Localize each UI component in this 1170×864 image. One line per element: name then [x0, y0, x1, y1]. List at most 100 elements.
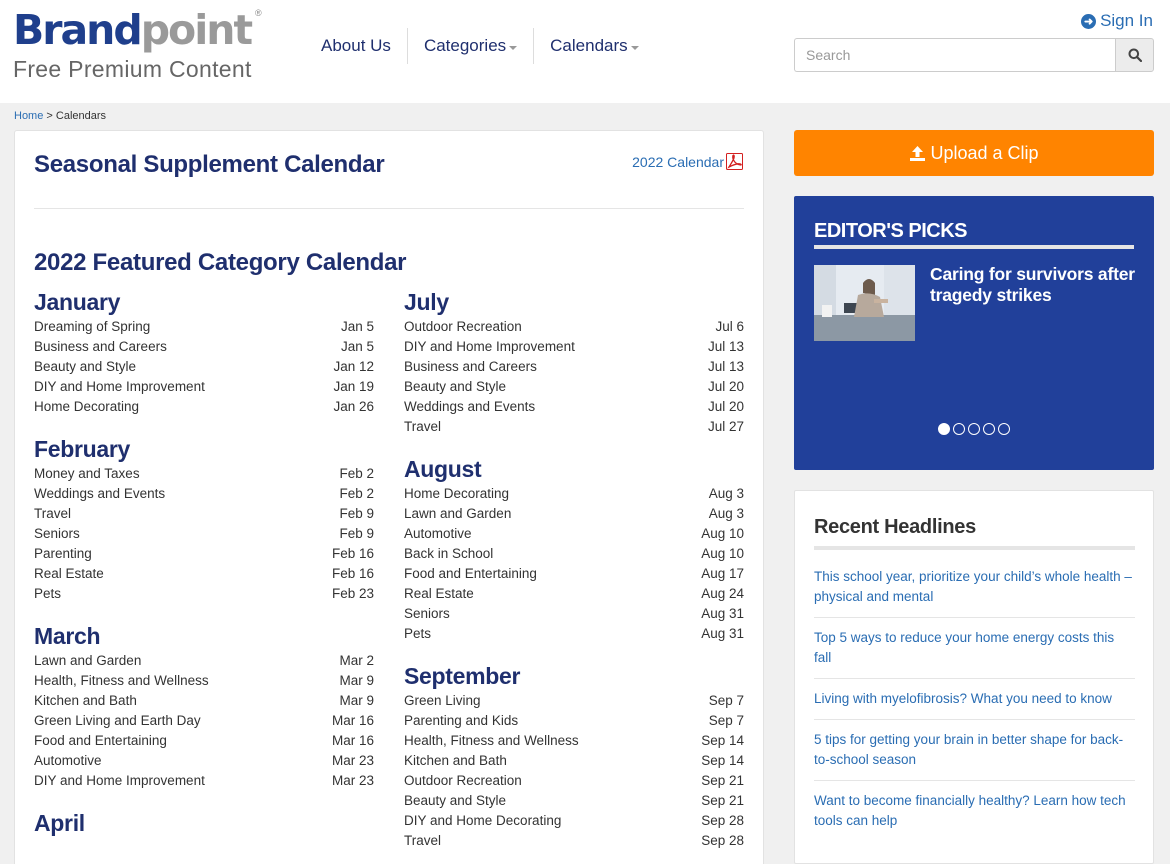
carousel-dot[interactable] — [998, 423, 1010, 435]
carousel-dot[interactable] — [968, 423, 980, 435]
search-button[interactable] — [1115, 38, 1154, 72]
carousel-dot[interactable] — [938, 423, 950, 435]
category-date: Sep 14 — [701, 733, 744, 748]
search-input[interactable] — [794, 38, 1115, 72]
title-divider — [34, 208, 744, 209]
editors-pick-image[interactable] — [814, 265, 915, 341]
page-title: Seasonal Supplement Calendar — [34, 151, 385, 178]
nav-about-us-label: About Us — [321, 36, 391, 55]
calendar-row: Automotive Mar 23 — [34, 751, 374, 771]
category-date: Aug 10 — [701, 526, 744, 541]
category-date: Mar 23 — [331, 773, 374, 788]
category-date: Sep 21 — [701, 793, 744, 808]
nav-calendars[interactable]: Calendars — [534, 28, 655, 64]
category-label: Business and Careers — [34, 339, 167, 354]
category-label: Seniors — [34, 526, 80, 541]
calendar-row: Real Estate Feb 16 — [34, 564, 374, 584]
category-date: Jul 20 — [707, 379, 744, 394]
calendar-row: Parenting and Kids Sep 7 — [404, 711, 744, 731]
category-date: Jul 13 — [707, 359, 744, 374]
category-label: Green Living — [404, 693, 481, 708]
search-bar — [794, 38, 1154, 72]
category-date: Feb 2 — [339, 466, 374, 481]
caret-down-icon — [630, 45, 639, 50]
category-label: Health, Fitness and Wellness — [404, 733, 579, 748]
month-section: January Dreaming of Spring Jan 5 Business a… — [34, 287, 374, 417]
upload-clip-button[interactable]: Upload a Clip — [794, 130, 1154, 176]
editors-pick-headline[interactable]: Caring for survivors after tragedy strik… — [930, 264, 1140, 306]
calendar-row: Travel Feb 9 — [34, 504, 374, 524]
carousel-dot[interactable] — [953, 423, 965, 435]
carousel-dot[interactable] — [983, 423, 995, 435]
headline-link[interactable]: Top 5 ways to reduce your home energy co… — [814, 628, 1135, 679]
calendar-row: DIY and Home Improvement Jan 19 — [34, 377, 374, 397]
calendar-row: Health, Fitness and Wellness Sep 14 — [404, 731, 744, 751]
calendar-row: Seniors Aug 31 — [404, 604, 744, 624]
nav-calendars-label: Calendars — [550, 36, 628, 55]
nav-categories[interactable]: Categories — [408, 28, 535, 64]
category-date: Jan 12 — [333, 359, 374, 374]
category-date: Feb 2 — [339, 486, 374, 501]
month-name: January — [34, 289, 121, 315]
category-date: Jan 26 — [333, 399, 374, 414]
category-label: Home Decorating — [34, 399, 140, 414]
category-date: Aug 24 — [701, 586, 744, 601]
category-date: Mar 9 — [339, 673, 374, 688]
category-date: Aug 31 — [701, 606, 744, 621]
calendar-row: Travel Sep 28 — [404, 831, 744, 851]
category-label: DIY and Home Improvement — [34, 379, 205, 394]
category-date: Feb 9 — [339, 506, 374, 521]
category-label: Beauty and Style — [34, 359, 137, 374]
editors-picks-panel: EDITOR'S PICKS Caring for survivors afte… — [794, 196, 1154, 470]
breadcrumb: Home > Calendars — [14, 110, 106, 122]
calendar-row: Parenting Feb 16 — [34, 544, 374, 564]
category-label: Real Estate — [34, 566, 104, 581]
breadcrumb-current: Calendars — [55, 110, 107, 122]
calendar-row: Beauty and Style Sep 21 — [404, 791, 744, 811]
calendar-row: Food and Entertaining Aug 17 — [404, 564, 744, 584]
calendar-pdf-label: 2022 Calendar — [632, 153, 724, 170]
brandpoint-logo[interactable]: Brandpoint ® Free Premium Content — [13, 6, 262, 83]
site-header: Brandpoint ® Free Premium Content About … — [0, 0, 1170, 103]
month-name: April — [34, 810, 85, 836]
category-label: Parenting and Kids — [404, 713, 519, 728]
category-date: Jul 13 — [707, 339, 744, 354]
logo-tagline: Free Premium Content — [13, 56, 252, 82]
nav-about-us[interactable]: About Us — [305, 28, 408, 64]
calendar-row: Green Living and Earth Day Mar 16 — [34, 711, 374, 731]
headline-link[interactable]: 5 tips for getting your brain in better … — [814, 730, 1135, 781]
headline-link[interactable]: Want to become financially healthy? Lear… — [814, 791, 1135, 841]
category-date: Aug 10 — [701, 546, 744, 561]
calendar-row: Business and Careers Jul 13 — [404, 357, 744, 377]
category-label: DIY and Home Improvement — [404, 339, 575, 354]
registered-mark: ® — [255, 8, 262, 18]
category-label: Automotive — [404, 526, 472, 541]
calendar-row: Automotive Aug 10 — [404, 524, 744, 544]
calendar-row: Green Living Sep 7 — [404, 691, 744, 711]
category-date: Jan 19 — [333, 379, 374, 394]
category-date: Jul 20 — [707, 399, 744, 414]
calendar-row: Home Decorating Aug 3 — [404, 484, 744, 504]
headline-link[interactable]: Living with myelofibrosis? What you need… — [814, 689, 1135, 720]
month-name: September — [404, 663, 521, 689]
calendar-row: Lawn and Garden Aug 3 — [404, 504, 744, 524]
sign-in-link[interactable]: ➜ Sign In — [1081, 11, 1153, 31]
logo-brand-text: Brand — [13, 6, 143, 54]
logo-wordmark: Brandpoint — [13, 6, 253, 54]
category-label: Health, Fitness and Wellness — [34, 673, 209, 688]
calendar-column-left: January Dreaming of Spring Jan 5 Business a… — [34, 287, 374, 855]
calendar-row: DIY and Home Improvement Jul 13 — [404, 337, 744, 357]
calendar-pdf-link[interactable]: 2022 Calendar — [632, 153, 743, 170]
category-label: DIY and Home Decorating — [404, 813, 562, 828]
calendar-row: Kitchen and Bath Mar 9 — [34, 691, 374, 711]
month-section: February Money and Taxes Feb 2 Weddings and… — [34, 434, 374, 604]
headline-link[interactable]: This school year, prioritize your child’… — [814, 567, 1135, 618]
calendar-row: Back in School Aug 10 — [404, 544, 744, 564]
calendar-row: Weddings and Events Feb 2 — [34, 484, 374, 504]
breadcrumb-home[interactable]: Home — [14, 110, 43, 122]
nav-categories-label: Categories — [423, 36, 507, 55]
category-label: Kitchen and Bath — [34, 693, 137, 708]
calendar-row: Real Estate Aug 24 — [404, 584, 744, 604]
category-label: Parenting — [34, 546, 92, 561]
calendar-row: Pets Aug 31 — [404, 624, 744, 644]
